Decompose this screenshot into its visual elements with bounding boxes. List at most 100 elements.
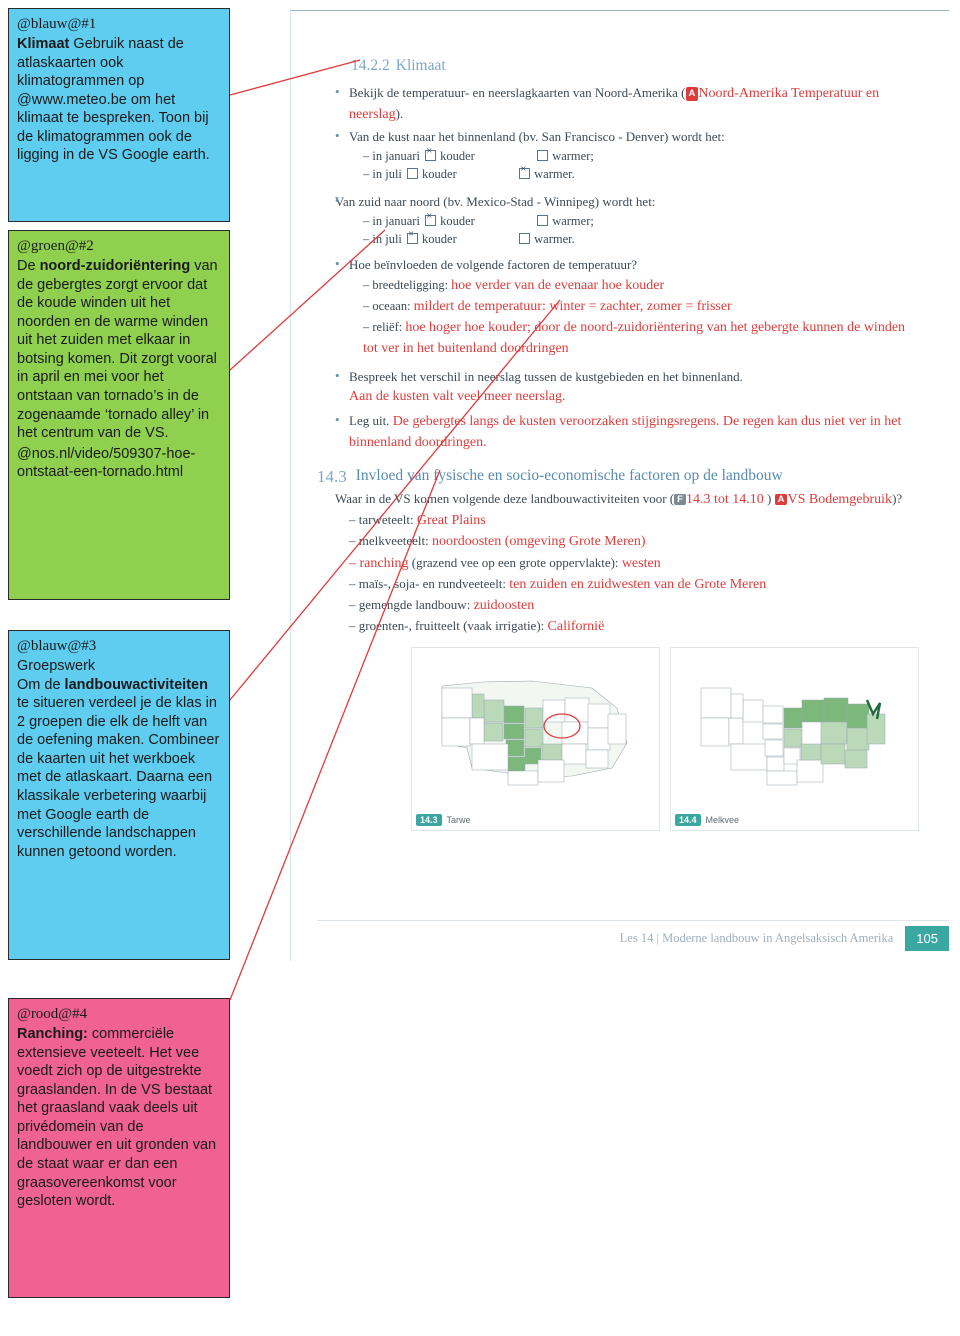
map-caption-wheat: Tarwe bbox=[446, 815, 471, 825]
label-jan-warmer: warmer; bbox=[552, 148, 594, 163]
checkbox-zn-jan-kouder[interactable] bbox=[425, 211, 437, 226]
landuse-answer-3-label: – ranching bbox=[349, 555, 409, 571]
footer-divider bbox=[317, 920, 949, 921]
label-zn-jan-kouder: kouder bbox=[440, 213, 475, 228]
landuse-answer-5-label: – gemengde landbouw: bbox=[349, 597, 471, 613]
map-number-wheat: 14.3 bbox=[416, 814, 442, 826]
checkbox-zn-jan-warmer[interactable] bbox=[537, 214, 549, 226]
note-card-3: @blauw@#3 Groepswerk Om de landbouwactiv… bbox=[8, 630, 230, 960]
handwritten-answer-tarwe: Great Plains bbox=[416, 513, 486, 528]
map-caption-dairy: Melkvee bbox=[705, 815, 740, 825]
note-card-2: @groen@#2 De noord-zuidoriëntering van d… bbox=[8, 230, 230, 600]
handwritten-answer-leguit: De gebergtes langs de kusten veroorzaken… bbox=[349, 414, 902, 450]
exercise-4-item-2: – oceaan: mildert de temperatuur: winter… bbox=[363, 296, 921, 317]
figure-badge-f: F bbox=[674, 494, 686, 505]
checkbox-zn-jul-warmer[interactable] bbox=[519, 233, 531, 245]
landuse-question: Waar in de VS komen volgende deze landbo… bbox=[335, 491, 921, 508]
note-text-3: te situeren verdeel je de klas in 2 groe… bbox=[17, 695, 220, 860]
exercise-4-item-3: – reliëf: hoe hoger hoe kouder; door de … bbox=[363, 317, 921, 359]
atlas-badge-a: A bbox=[685, 87, 699, 102]
note-bold-lead-2: noord-zuidoriëntering bbox=[39, 258, 191, 275]
landuse-answer-6: – groenten-, fruitteelt (vaak irrigatie)… bbox=[349, 616, 921, 637]
note-tag-2: @groen@#2 bbox=[17, 238, 94, 254]
label-jan-kouder: kouder bbox=[440, 148, 475, 163]
exercise-item-2: Van de kust naar het binnenland (bv. San… bbox=[335, 126, 921, 184]
handwritten-answer-breedteligging: hoe verder van de evenaar hoe kouder bbox=[451, 277, 665, 293]
atlas-badge-a2: A bbox=[774, 494, 788, 505]
checkbox-jul-kouder[interactable] bbox=[407, 168, 419, 180]
note-link-2[interactable]: @nos.nl/video/509307-hoe-ontstaat-een-to… bbox=[17, 445, 221, 482]
note-text-before-2: De bbox=[17, 258, 40, 275]
section-number-climate: 14.2.2 bbox=[351, 57, 390, 74]
note-body-2: De noord-zuidoriëntering van de gebergte… bbox=[17, 257, 221, 442]
note-tag-1: @blauw@#1 bbox=[17, 16, 97, 32]
note-bold-lead-4: Ranching: bbox=[17, 1026, 88, 1043]
landuse-answer-4: – maïs-, soja- en rundveeteelt: ten zuid… bbox=[349, 574, 921, 595]
footer-text: Les 14 | Moderne landbouw in Angelsaksis… bbox=[619, 931, 894, 945]
exercise-4-item-1: – breedteligging: hoe verder van de even… bbox=[363, 275, 921, 296]
label-jul-kouder: kouder bbox=[422, 167, 457, 182]
note-tag-3: @blauw@#3 bbox=[17, 638, 97, 654]
exercise-3-row-1: – in januari kouder warmer; bbox=[363, 211, 921, 231]
section-title-climate: Klimaat bbox=[395, 57, 446, 74]
landuse-answer-1-label: – tarweteelt: bbox=[349, 512, 414, 527]
checkbox-zn-jul-kouder[interactable] bbox=[407, 229, 419, 245]
checkbox-jan-warmer[interactable] bbox=[537, 149, 549, 161]
exercise-4-text: Hoe beïnvloeden de volgende factoren de … bbox=[349, 257, 638, 272]
handwritten-answer-neerslag: Aan de kusten valt veel meer neerslag. bbox=[349, 389, 566, 404]
landuse-question-text-after: )? bbox=[892, 491, 903, 506]
map-label-wheat: 14.3 Tarwe bbox=[416, 814, 471, 826]
handwritten-answer-mais: ten zuiden en zuidwesten van de Grote Me… bbox=[509, 576, 767, 592]
page-footer: Les 14 | Moderne landbouw in Angelsaksis… bbox=[620, 926, 949, 951]
exercise-2-row-1: – in januari kouder warmer; bbox=[363, 146, 921, 166]
exercise-item-3: Van zuid naar noord (bv. Mexico-Stad - W… bbox=[335, 191, 921, 249]
label-jul-warmer: warmer. bbox=[534, 167, 575, 182]
map-label-dairy: 14.4 Melkvee bbox=[675, 814, 739, 826]
note-card-4: @rood@#4 Ranching: commerciële extensiev… bbox=[8, 998, 230, 1298]
exercise-1-text-before: Bekijk de temperatuur- en neerslagkaarte… bbox=[349, 85, 686, 100]
label-zn-jul-warmer: warmer. bbox=[534, 232, 575, 247]
handwritten-answer-groenten: Californië bbox=[547, 619, 605, 635]
handwritten-answer-oceaan: mildert de temperatuur: winter = zachter… bbox=[413, 298, 732, 314]
note-body-3: Om de landbouwactiviteiten te situeren v… bbox=[17, 676, 221, 861]
checkbox-jul-warmer[interactable] bbox=[519, 164, 531, 180]
landuse-answer-2-label: – melkveeteelt: bbox=[349, 533, 429, 549]
landuse-answer-3: – ranching (grazend vee op een grote opp… bbox=[349, 553, 921, 574]
exercise-3-row-2: – in juli kouder warmer. bbox=[363, 229, 921, 249]
section-title-influence: Invloed van fysische en socio-economisch… bbox=[355, 467, 783, 484]
checkbox-jan-kouder[interactable] bbox=[425, 146, 437, 161]
textbook-page-scan: 14.2.2 Klimaat Bekijk de temperatuur- en … bbox=[290, 10, 949, 961]
usa-map-dairy bbox=[671, 648, 918, 830]
landuse-answer-2: – melkveeteelt: noordoosten (omgeving Gr… bbox=[349, 531, 921, 552]
map-figure-dairy: 14.4 Melkvee bbox=[670, 647, 919, 831]
exercise-item-1: Bekijk de temperatuur- en neerslagkaarte… bbox=[335, 82, 921, 125]
map-figure-wheat: 14.3 Tarwe bbox=[411, 647, 660, 831]
landuse-answer-3-label2: (grazend vee op een grote oppervlakte): bbox=[408, 554, 619, 570]
exercise-4-item-3-label: – reliëf: bbox=[363, 319, 403, 334]
exercise-1-text-after: ). bbox=[395, 106, 404, 121]
map-number-dairy: 14.4 bbox=[675, 814, 701, 826]
label-zn-jan-warmer: warmer; bbox=[552, 213, 594, 228]
note-body-4: Ranching: commerciële extensieve veeteel… bbox=[17, 1025, 221, 1210]
handwritten-answer-gemengde: zuidoosten bbox=[473, 598, 535, 614]
usa-map-wheat bbox=[412, 648, 659, 830]
handwritten-answer-melkvee: noordoosten (omgeving Grote Meren) bbox=[432, 534, 646, 550]
landuse-answer-1: – tarweteelt: Great Plains bbox=[349, 510, 921, 531]
exercise-3-row-1-label: – in januari bbox=[363, 213, 420, 228]
section-heading-climate: 14.2.2 Klimaat bbox=[351, 57, 921, 75]
figure-badge-f-text: 14.3 tot 14.10 bbox=[685, 492, 764, 507]
exercise-3-row-2-label: – in juli bbox=[363, 232, 402, 247]
exercise-2-row-1-label: – in januari bbox=[363, 148, 420, 163]
exercise-item-6: Leg uit. De gebergtes langs de kusten ve… bbox=[335, 410, 921, 453]
atlas-badge-a2-text: VS Bodemgebruik bbox=[787, 492, 893, 507]
label-zn-jul-kouder: kouder bbox=[422, 232, 457, 247]
handwritten-answer-relief: hoe hoger hoe kouder; door de noord-zuid… bbox=[363, 319, 906, 356]
landuse-answer-4-label: – maïs-, soja- en rundveeteelt: bbox=[349, 575, 507, 591]
page-number: 105 bbox=[905, 926, 949, 951]
exercise-2-text: Van de kust naar het binnenland (bv. San… bbox=[349, 129, 725, 144]
exercise-2-row-2: – in juli kouder warmer. bbox=[363, 164, 921, 184]
landuse-answer-6-label: – groenten-, fruitteelt (vaak irrigatie)… bbox=[349, 618, 545, 634]
landuse-question-text-before: Waar in de VS komen volgende deze landbo… bbox=[335, 491, 675, 506]
exercise-3-text: Van zuid naar noord (bv. Mexico-Stad - W… bbox=[335, 194, 656, 209]
exercise-6-text: Leg uit. bbox=[349, 413, 390, 428]
